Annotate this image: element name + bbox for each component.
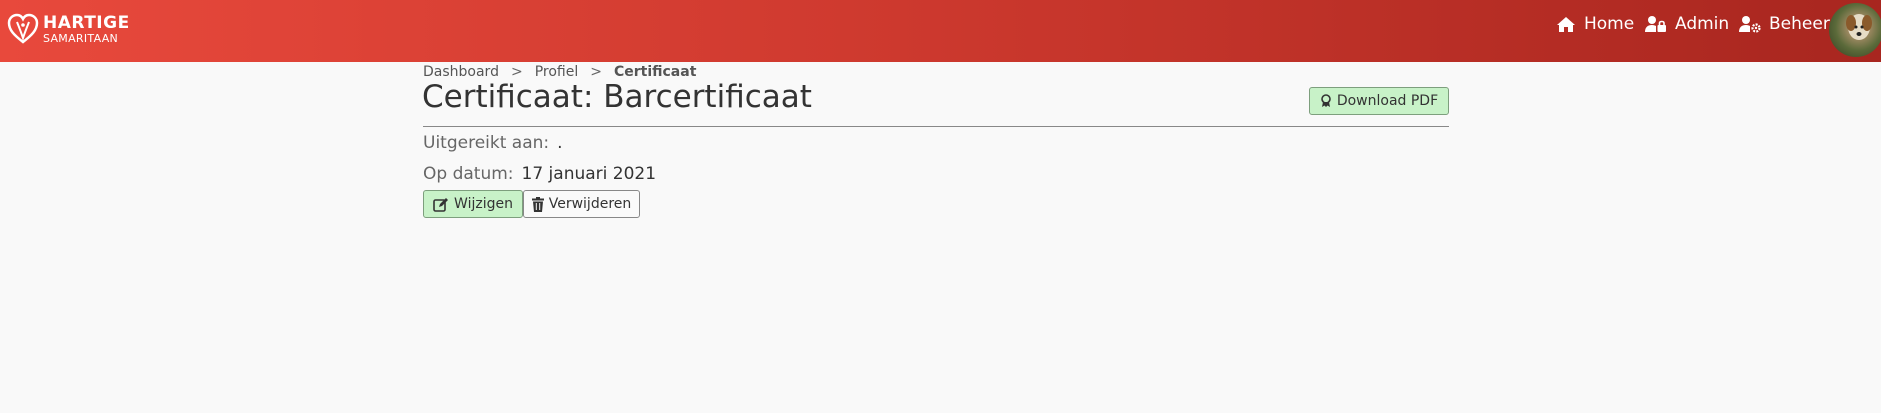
breadcrumb-current: Certificaat	[613, 64, 697, 80]
date-row: Op datum: 17 januari 2021	[423, 164, 656, 184]
avatar[interactable]	[1829, 3, 1881, 57]
download-pdf-label: Download PDF	[1336, 93, 1439, 109]
brand-name-line1: HARTIGE	[43, 12, 130, 33]
nav-home[interactable]: Home	[1556, 13, 1634, 35]
user-cog-icon	[1739, 16, 1761, 33]
breadcrumb-profiel[interactable]: Profiel	[535, 64, 579, 80]
edit-button[interactable]: Wijzigen	[423, 190, 523, 218]
breadcrumb-separator: >	[590, 64, 602, 80]
nav-beheer-label: Beheer	[1769, 14, 1830, 34]
page-title: Certificaat: Barcertificaat	[422, 79, 812, 115]
date-label: Op datum:	[423, 164, 514, 184]
brand-name-line2: SAMARITAAN	[43, 31, 119, 45]
user-lock-icon	[1645, 16, 1666, 32]
breadcrumb-dashboard[interactable]: Dashboard	[423, 64, 499, 80]
brand-logo[interactable]: HARTIGE SAMARITAAN	[6, 10, 130, 48]
award-icon	[1321, 94, 1331, 107]
nav-admin-label: Admin	[1675, 14, 1730, 34]
nav-home-label: Home	[1584, 14, 1635, 34]
date-value: 17 januari 2021	[521, 164, 657, 184]
title-divider	[423, 126, 1449, 127]
trash-icon	[531, 196, 544, 212]
nav-admin[interactable]: Admin	[1645, 13, 1729, 35]
home-icon	[1557, 16, 1575, 32]
edit-label: Wijzigen	[454, 196, 513, 212]
edit-icon	[433, 197, 449, 212]
top-navbar: HARTIGE SAMARITAAN Home Admin Beheer	[0, 0, 1881, 62]
delete-label: Verwijderen	[548, 196, 632, 212]
nav-beheer[interactable]: Beheer	[1739, 13, 1830, 35]
issued-to-label: Uitgereikt aan:	[423, 133, 550, 153]
breadcrumb: Dashboard > Profiel > Certificaat	[423, 64, 696, 80]
issued-to-value: .	[557, 133, 563, 153]
heart-logo-icon	[7, 13, 39, 44]
breadcrumb-separator: >	[510, 64, 523, 80]
download-pdf-button[interactable]: Download PDF	[1309, 87, 1449, 115]
avatar-image	[1846, 14, 1872, 40]
delete-button[interactable]: Verwijderen	[523, 190, 640, 218]
issued-to-row: Uitgereikt aan: .	[423, 133, 563, 153]
